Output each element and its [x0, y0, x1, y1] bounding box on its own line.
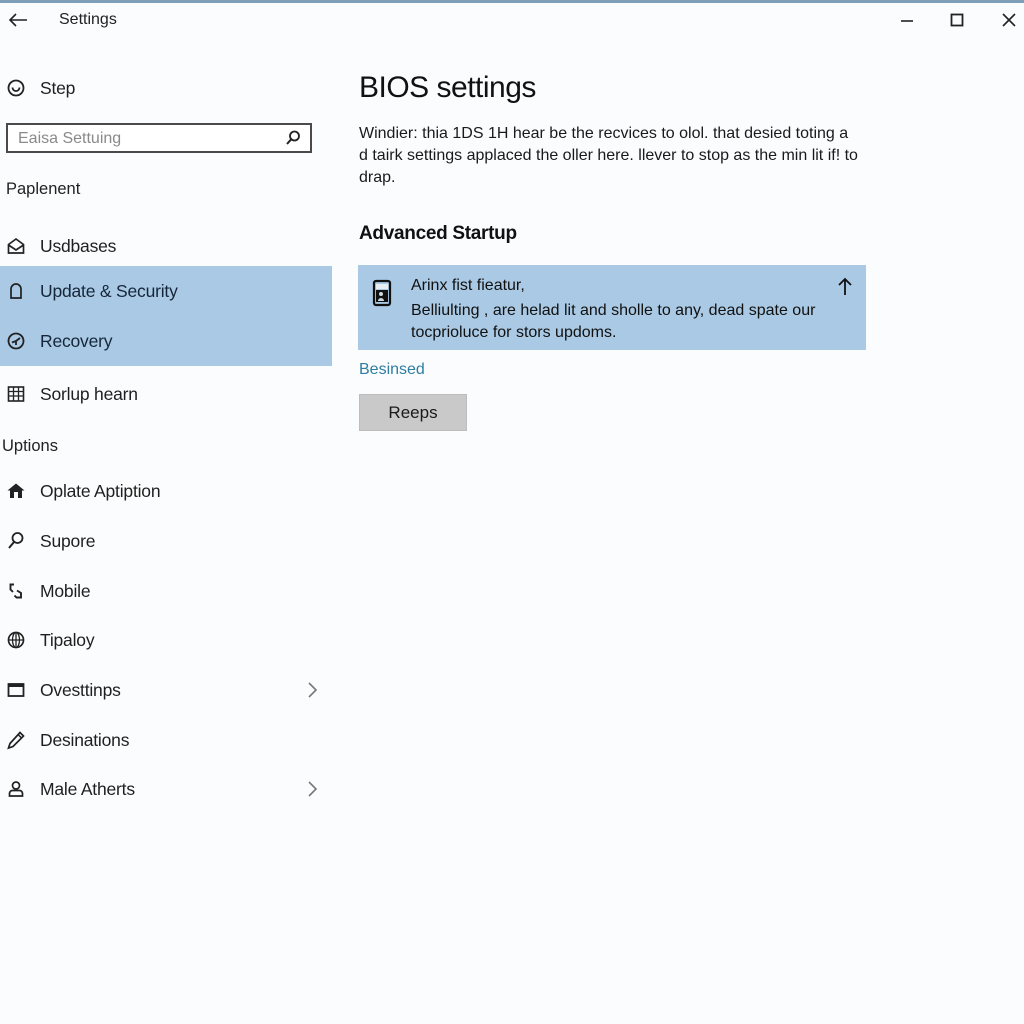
- globe-icon: [5, 629, 27, 651]
- sidebar-item-label: Recovery: [40, 330, 113, 351]
- close-button[interactable]: [994, 7, 1024, 33]
- sidebar: Step Paplenent Usdbases Update & Securit…: [0, 43, 332, 1024]
- app-title: Settings: [59, 11, 117, 28]
- window-icon: [5, 679, 27, 701]
- section-header-uptions: Uptions: [2, 437, 58, 455]
- reeps-button[interactable]: Reeps: [359, 394, 467, 431]
- device-icon: [372, 279, 392, 307]
- home-circle-icon: [5, 77, 27, 99]
- page-title: BIOS settings: [359, 71, 536, 104]
- sidebar-item-label: Supore: [40, 530, 96, 551]
- banner-body: Belliulting , are helad lit and sholle t…: [411, 302, 816, 341]
- grid-icon: [5, 383, 27, 405]
- sidebar-item-label: Update & Security: [40, 280, 178, 301]
- sidebar-item-label: Male Atherts: [40, 778, 135, 799]
- home-icon: [5, 480, 27, 502]
- pen-icon: [5, 729, 27, 751]
- minimize-icon: [901, 20, 913, 22]
- maximize-icon: [950, 13, 964, 27]
- sidebar-item-oplate-aptiption[interactable]: Oplate Aptiption: [0, 466, 332, 516]
- page-description: Windier: thia 1DS 1H hear be the recvice…: [359, 125, 858, 186]
- sidebar-item-sorlup-hearn[interactable]: Sorlup hearn: [0, 369, 332, 419]
- sidebar-item-ovesttinps[interactable]: Ovesttinps: [0, 665, 332, 715]
- maximize-button[interactable]: [942, 7, 972, 33]
- sidebar-item-usdbases[interactable]: Usdbases: [0, 221, 332, 271]
- sidebar-item-desinations[interactable]: Desinations: [0, 715, 332, 765]
- besinsed-link[interactable]: Besinsed: [359, 361, 425, 379]
- back-button[interactable]: [6, 7, 30, 33]
- search-button[interactable]: [284, 129, 302, 147]
- link-icon: [5, 580, 27, 602]
- sidebar-item-label: Oplate Aptiption: [40, 480, 161, 501]
- minimize-button[interactable]: [892, 7, 922, 33]
- recovery-clock-icon: [5, 330, 27, 352]
- section-title-advanced-startup: Advanced Startup: [359, 223, 517, 244]
- chevron-right-icon: [304, 779, 320, 799]
- search-icon: [5, 530, 27, 552]
- person-icon: [5, 778, 27, 800]
- arrow-up-icon[interactable]: [836, 275, 854, 297]
- section-header-paplenent: Paplenent: [6, 180, 81, 198]
- chevron-right-icon: [304, 680, 320, 700]
- close-icon: [1002, 13, 1016, 27]
- sidebar-item-label: Desinations: [40, 729, 130, 750]
- mail-open-icon: [5, 235, 27, 257]
- sidebar-item-recovery[interactable]: Recovery: [0, 316, 332, 366]
- search-box: [6, 123, 312, 153]
- search-icon: [286, 130, 300, 145]
- bell-icon: [5, 280, 27, 302]
- search-input[interactable]: [18, 128, 268, 150]
- sidebar-item-label: Step: [40, 77, 76, 98]
- sidebar-item-update-security[interactable]: Update & Security: [0, 266, 332, 316]
- sidebar-item-label: Sorlup hearn: [40, 383, 138, 404]
- sidebar-item-male-atherts[interactable]: Male Atherts: [0, 764, 332, 814]
- advanced-startup-banner[interactable]: Arinx fist fieatur, Belliulting , are he…: [358, 265, 866, 350]
- sidebar-item-mobile[interactable]: Mobile: [0, 566, 332, 616]
- sidebar-item-supore[interactable]: Supore: [0, 516, 332, 566]
- title-bar: Settings: [0, 3, 1024, 43]
- banner-title: Arinx fist fieatur,: [411, 277, 525, 294]
- sidebar-item-label: Usdbases: [40, 235, 117, 256]
- arrow-left-icon: [8, 13, 27, 27]
- sidebar-item-label: Ovesttinps: [40, 679, 121, 700]
- sidebar-item-label: Mobile: [40, 580, 91, 601]
- sidebar-item-tipaloy[interactable]: Tipaloy: [0, 615, 332, 665]
- sidebar-item-home[interactable]: Step: [0, 63, 332, 113]
- sidebar-item-label: Tipaloy: [40, 629, 95, 650]
